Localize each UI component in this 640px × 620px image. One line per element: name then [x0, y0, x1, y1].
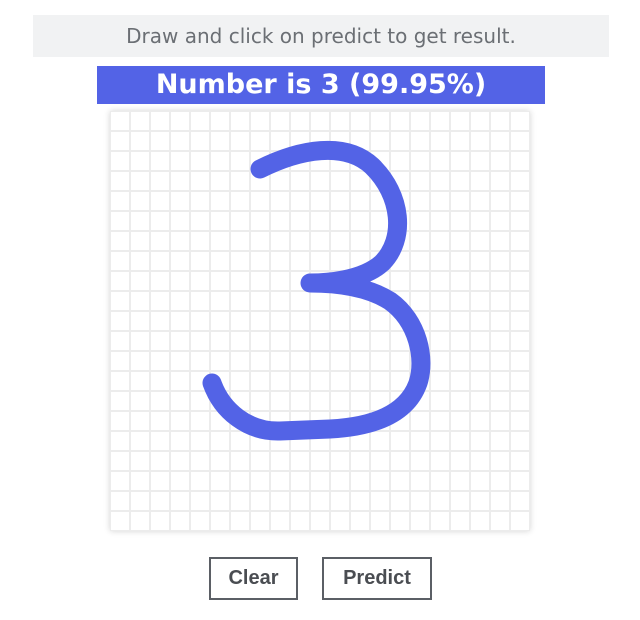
instructions-banner: Draw and click on predict to get result.	[33, 15, 609, 57]
drawing-surface[interactable]	[110, 111, 530, 531]
predict-button[interactable]: Predict	[322, 557, 432, 600]
clear-button[interactable]: Clear	[209, 557, 298, 600]
prediction-result: Number is 3 (99.95%)	[97, 66, 545, 104]
drawing-canvas[interactable]	[110, 111, 530, 531]
canvas-grid	[110, 111, 530, 531]
